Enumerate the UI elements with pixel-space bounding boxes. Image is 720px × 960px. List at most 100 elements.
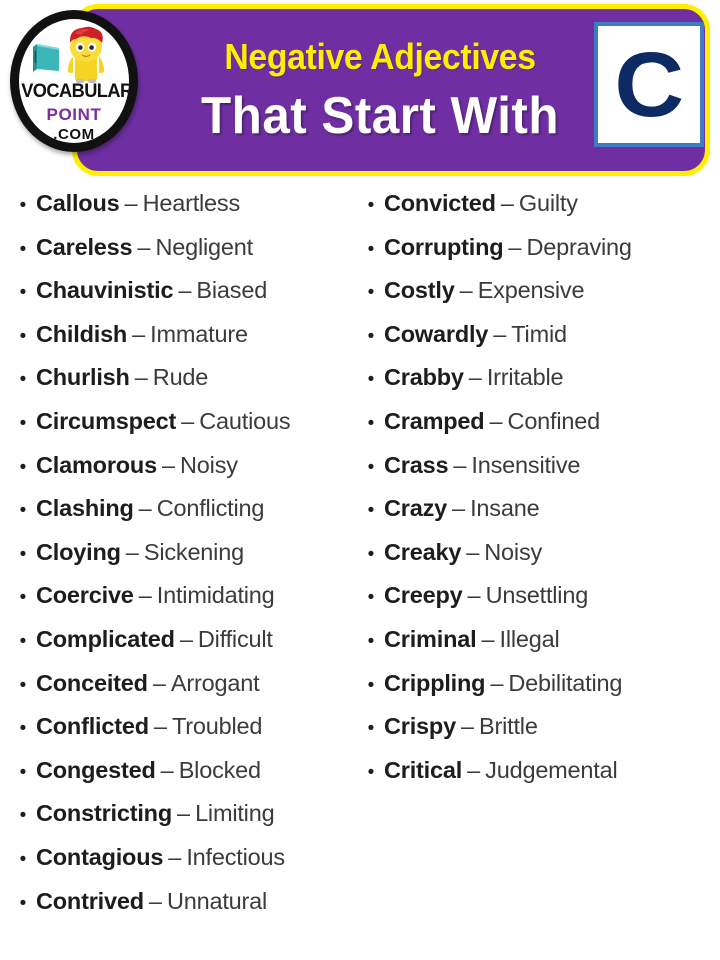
- left-column: • Callous – Heartless • Careless – Negligent • Ch…: [10, 190, 358, 931]
- bullet-icon: •: [19, 456, 27, 478]
- separator-dash: –: [138, 495, 152, 522]
- list-item: • Costly – Expensive: [358, 277, 710, 321]
- adjective-term: Cramped: [384, 407, 485, 434]
- bullet-icon: •: [367, 587, 375, 609]
- adjective-term: Crazy: [384, 495, 448, 522]
- adjective-meaning: Sickening: [143, 538, 244, 565]
- adjective-meaning: Noisy: [484, 538, 543, 565]
- adjective-meaning: Cautious: [199, 407, 291, 434]
- bullet-icon: •: [367, 412, 375, 434]
- list-item: • Chauvinistic – Biased: [10, 277, 358, 321]
- bullet-icon: •: [19, 195, 27, 216]
- bullet-icon: •: [19, 412, 27, 434]
- letter-tile: C: [594, 22, 704, 147]
- bullet-icon: •: [367, 282, 375, 304]
- bullet-icon: •: [367, 674, 375, 696]
- separator-dash: –: [134, 364, 148, 391]
- list-item: • Coercive – Intimidating: [10, 582, 358, 626]
- list-item: • Crispy – Brittle: [358, 713, 710, 757]
- bullet-icon: •: [19, 848, 27, 870]
- separator-dash: –: [500, 190, 514, 216]
- separator-dash: –: [176, 800, 191, 827]
- adjective-meaning: Depraving: [526, 233, 632, 260]
- separator-dash: –: [460, 713, 475, 740]
- adjective-meaning: Noisy: [180, 451, 238, 478]
- separator-dash: –: [178, 277, 192, 304]
- list-item: • Crippling – Debilitating: [358, 670, 710, 714]
- adjective-meaning: Heartless: [142, 190, 241, 216]
- adjective-meaning: Debilitating: [508, 669, 623, 696]
- list-item: • Congested – Blocked: [10, 757, 358, 801]
- list-item: • Conflicted – Troubled: [10, 713, 358, 757]
- bullet-icon: •: [19, 630, 27, 652]
- adjective-term: Circumspect: [36, 407, 177, 434]
- separator-dash: –: [138, 582, 152, 609]
- separator-dash: –: [137, 233, 151, 260]
- page-title-line2: That Start With: [201, 87, 559, 145]
- title-block: Negative Adjectives That Start With: [160, 4, 600, 176]
- adjective-meaning: Insensitive: [471, 451, 581, 478]
- adjective-term: Chauvinistic: [36, 277, 174, 304]
- adjective-meaning: Unsettling: [485, 582, 589, 609]
- separator-dash: –: [132, 320, 146, 347]
- list-item: • Creepy – Unsettling: [358, 582, 710, 626]
- word-list-content: • Callous – Heartless • Careless – Negligent • Ch…: [0, 190, 720, 960]
- bullet-icon: •: [367, 195, 375, 216]
- bullet-icon: •: [367, 369, 375, 391]
- adjective-meaning: Guilty: [518, 190, 578, 216]
- separator-dash: –: [466, 538, 480, 565]
- adjective-term: Complicated: [36, 625, 175, 652]
- list-item: • Corrupting – Depraving: [358, 234, 710, 278]
- adjective-term: Clashing: [36, 495, 134, 522]
- page-title-line1: Negative Adjectives: [224, 36, 536, 77]
- bullet-icon: •: [19, 761, 27, 783]
- adjective-meaning: Illegal: [499, 625, 560, 652]
- adjective-term: Cloying: [36, 538, 121, 565]
- adjective-term: Congested: [36, 756, 156, 783]
- list-item: • Circumspect – Cautious: [10, 408, 358, 452]
- adjective-meaning: Confined: [507, 407, 601, 434]
- list-item: • Churlish – Rude: [10, 364, 358, 408]
- separator-dash: –: [468, 364, 482, 391]
- separator-dash: –: [489, 407, 503, 434]
- adjective-meaning: Negligent: [155, 233, 253, 260]
- bullet-icon: •: [367, 456, 375, 478]
- bullet-icon: •: [19, 325, 27, 347]
- bullet-icon: •: [19, 238, 27, 260]
- separator-dash: –: [148, 887, 162, 914]
- adjective-meaning: Blocked: [178, 756, 261, 783]
- separator-dash: –: [453, 451, 467, 478]
- mascot-icon: [67, 26, 105, 83]
- separator-dash: –: [125, 538, 139, 565]
- list-item: • Creaky – Noisy: [358, 539, 710, 583]
- brand-logo: VOCABULARY POINT .COM: [8, 6, 142, 158]
- separator-dash: –: [452, 495, 466, 522]
- adjective-term: Crass: [384, 451, 449, 478]
- adjective-term: Conflicted: [36, 713, 149, 740]
- adjective-term: Conceited: [36, 669, 148, 696]
- bullet-icon: •: [19, 282, 27, 304]
- list-item: • Clashing – Conflicting: [10, 495, 358, 539]
- adjective-meaning: Irritable: [486, 364, 564, 391]
- adjective-term: Careless: [36, 233, 133, 260]
- adjective-meaning: Arrogant: [170, 669, 260, 696]
- bullet-icon: •: [367, 325, 375, 347]
- separator-dash: –: [467, 582, 481, 609]
- adjective-term: Corrupting: [384, 233, 504, 260]
- page-header: Negative Adjectives That Start With C VO…: [0, 0, 720, 190]
- adjective-meaning: Expensive: [477, 277, 585, 304]
- adjective-term: Crispy: [384, 713, 456, 740]
- list-item: • Cloying – Sickening: [10, 539, 358, 583]
- bullet-icon: •: [367, 543, 375, 565]
- adjective-term: Callous: [36, 190, 120, 216]
- list-item: • Crass – Insensitive: [358, 452, 710, 496]
- list-item: • Contrived – Unnatural: [10, 888, 358, 932]
- bullet-icon: •: [19, 674, 27, 696]
- list-item: • Complicated – Difficult: [10, 626, 358, 670]
- adjective-meaning: Timid: [511, 320, 567, 347]
- separator-dash: –: [181, 407, 195, 434]
- separator-dash: –: [467, 756, 481, 783]
- list-item: • Convicted – Guilty: [358, 190, 710, 234]
- separator-dash: –: [152, 669, 166, 696]
- word-list-right: • Convicted – Guilty • Corrupting – Depraving • C…: [358, 190, 710, 800]
